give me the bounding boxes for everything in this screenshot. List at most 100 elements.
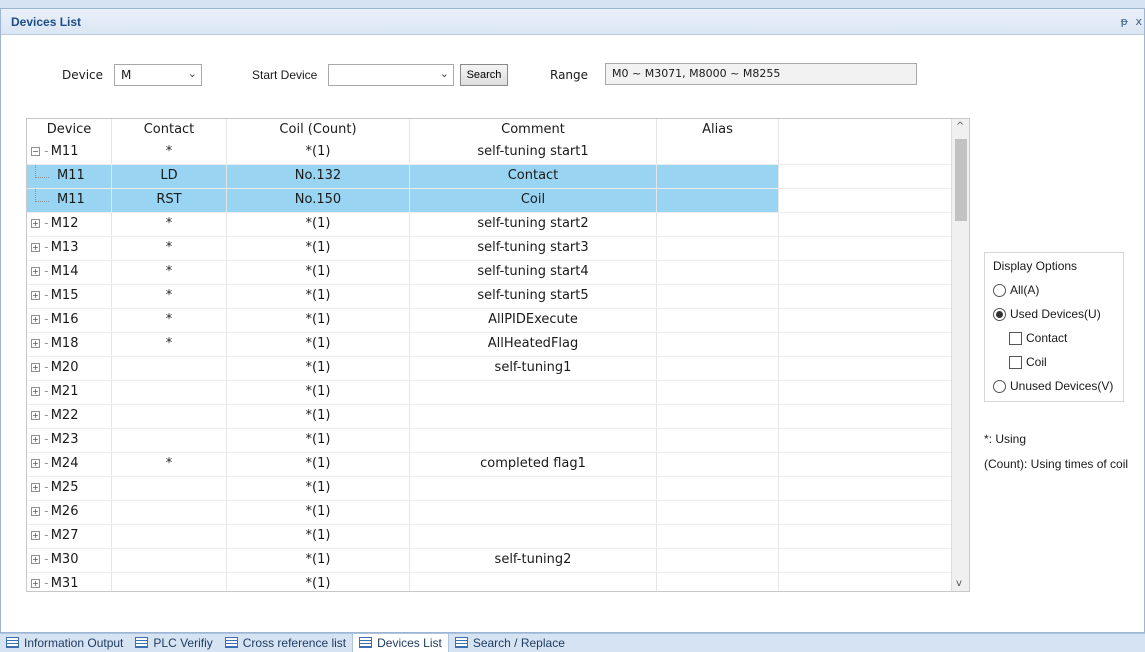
cell-device[interactable]: + - M20 — [27, 357, 112, 380]
table-row[interactable]: + - M12 * *(1) self-tuning start2 — [27, 213, 957, 237]
cell-coil[interactable]: *(1) — [227, 429, 410, 452]
cell-alias[interactable] — [657, 549, 779, 572]
tab-search-replace[interactable]: Search / Replace — [449, 634, 571, 652]
cell-comment[interactable]: AllPIDExecute — [410, 309, 657, 332]
expand-icon[interactable]: + — [31, 267, 40, 276]
expand-icon[interactable]: + — [31, 243, 40, 252]
cell-alias[interactable] — [657, 237, 779, 260]
table-row[interactable]: + - M18 * *(1) AllHeatedFlag — [27, 333, 957, 357]
cell-device[interactable]: + - M27 — [27, 525, 112, 548]
table-row[interactable]: + - M13 * *(1) self-tuning start3 — [27, 237, 957, 261]
cell-device[interactable]: M11 — [27, 165, 112, 188]
table-row[interactable]: + - M31 *(1) — [27, 573, 957, 591]
device-select[interactable]: M ⌄ — [114, 64, 202, 86]
table-row[interactable]: + - M30 *(1) self-tuning2 — [27, 549, 957, 573]
cell-comment[interactable] — [410, 525, 657, 548]
cell-comment[interactable] — [410, 429, 657, 452]
cell-coil[interactable]: No.150 — [227, 189, 410, 212]
cell-contact[interactable]: * — [112, 285, 227, 308]
tab-plc-verifiy[interactable]: PLC Verifiy — [129, 634, 218, 652]
cell-alias[interactable] — [657, 525, 779, 548]
cell-coil[interactable]: *(1) — [227, 525, 410, 548]
cell-alias[interactable] — [657, 261, 779, 284]
cell-contact[interactable] — [112, 429, 227, 452]
cell-alias[interactable] — [657, 477, 779, 500]
expand-icon[interactable]: + — [31, 219, 40, 228]
cell-coil[interactable]: *(1) — [227, 549, 410, 572]
expand-icon[interactable]: + — [31, 555, 40, 564]
cell-contact[interactable] — [112, 477, 227, 500]
cell-contact[interactable]: RST — [112, 189, 227, 212]
cell-alias[interactable] — [657, 309, 779, 332]
cell-device[interactable]: − - M11 — [27, 141, 112, 164]
cell-contact[interactable]: LD — [112, 165, 227, 188]
radio-icon[interactable] — [993, 283, 1006, 297]
cell-comment[interactable]: AllHeatedFlag — [410, 333, 657, 356]
column-header-alias[interactable]: Alias — [657, 119, 779, 141]
devices-grid[interactable]: Device Contact Coil (Count) Comment Alia… — [26, 118, 970, 592]
cell-contact[interactable] — [112, 501, 227, 524]
option-contact[interactable]: Contact — [1009, 331, 1067, 345]
cell-alias[interactable] — [657, 453, 779, 476]
chevron-down-icon[interactable]: ⌄ — [440, 67, 449, 80]
column-header-device[interactable]: Device — [27, 119, 112, 141]
cell-comment[interactable] — [410, 573, 657, 591]
cell-comment[interactable]: self-tuning start2 — [410, 213, 657, 236]
cell-alias[interactable] — [657, 405, 779, 428]
cell-device[interactable]: + - M15 — [27, 285, 112, 308]
scroll-down-icon[interactable]: v — [956, 578, 962, 589]
cell-comment[interactable]: self-tuning start5 — [410, 285, 657, 308]
vertical-scrollbar[interactable]: ^ v — [951, 119, 969, 591]
cell-comment[interactable]: self-tuning start4 — [410, 261, 657, 284]
table-row[interactable]: + - M20 *(1) self-tuning1 — [27, 357, 957, 381]
cell-contact[interactable]: * — [112, 213, 227, 236]
column-header-contact[interactable]: Contact — [112, 119, 227, 141]
chevron-down-icon[interactable]: ⌄ — [188, 67, 197, 80]
cell-alias[interactable] — [657, 573, 779, 591]
search-button[interactable]: Search — [460, 64, 508, 86]
column-header-coil[interactable]: Coil (Count) — [227, 119, 410, 141]
cell-coil[interactable]: *(1) — [227, 237, 410, 260]
cell-contact[interactable]: * — [112, 309, 227, 332]
option-all[interactable]: All(A) — [993, 283, 1039, 297]
cell-contact[interactable] — [112, 549, 227, 572]
cell-comment[interactable] — [410, 405, 657, 428]
cell-comment[interactable]: completed flag1 — [410, 453, 657, 476]
cell-contact[interactable]: * — [112, 141, 227, 164]
cell-device[interactable]: + - M30 — [27, 549, 112, 572]
cell-coil[interactable]: *(1) — [227, 501, 410, 524]
expand-icon[interactable]: + — [31, 339, 40, 348]
cell-device[interactable]: M11 — [27, 189, 112, 212]
cell-alias[interactable] — [657, 381, 779, 404]
table-row[interactable]: + - M24 * *(1) completed flag1 — [27, 453, 957, 477]
cell-coil[interactable]: *(1) — [227, 333, 410, 356]
expand-icon[interactable]: + — [31, 459, 40, 468]
cell-alias[interactable] — [657, 285, 779, 308]
cell-alias[interactable] — [657, 189, 779, 212]
cell-comment[interactable]: Coil — [410, 189, 657, 212]
scroll-up-icon[interactable]: ^ — [956, 121, 964, 132]
cell-alias[interactable] — [657, 213, 779, 236]
start-device-input[interactable]: ⌄ — [328, 64, 454, 86]
cell-device[interactable]: + - M12 — [27, 213, 112, 236]
table-row[interactable]: + - M26 *(1) — [27, 501, 957, 525]
cell-coil[interactable]: *(1) — [227, 405, 410, 428]
cell-coil[interactable]: No.132 — [227, 165, 410, 188]
expand-icon[interactable]: + — [31, 411, 40, 420]
cell-coil[interactable]: *(1) — [227, 213, 410, 236]
cell-alias[interactable] — [657, 501, 779, 524]
cell-coil[interactable]: *(1) — [227, 573, 410, 591]
cell-coil[interactable]: *(1) — [227, 285, 410, 308]
cell-contact[interactable] — [112, 573, 227, 591]
table-row[interactable]: − - M11 * *(1) self-tuning start1 — [27, 141, 957, 165]
tab-information-output[interactable]: Information Output — [0, 634, 129, 652]
cell-alias[interactable] — [657, 429, 779, 452]
expand-icon[interactable]: + — [31, 435, 40, 444]
cell-contact[interactable] — [112, 405, 227, 428]
close-icon[interactable]: x — [1135, 15, 1142, 28]
expand-icon[interactable]: + — [31, 387, 40, 396]
cell-device[interactable]: + - M31 — [27, 573, 112, 591]
tab-cross-reference-list[interactable]: Cross reference list — [219, 634, 352, 652]
cell-contact[interactable]: * — [112, 453, 227, 476]
cell-contact[interactable] — [112, 381, 227, 404]
